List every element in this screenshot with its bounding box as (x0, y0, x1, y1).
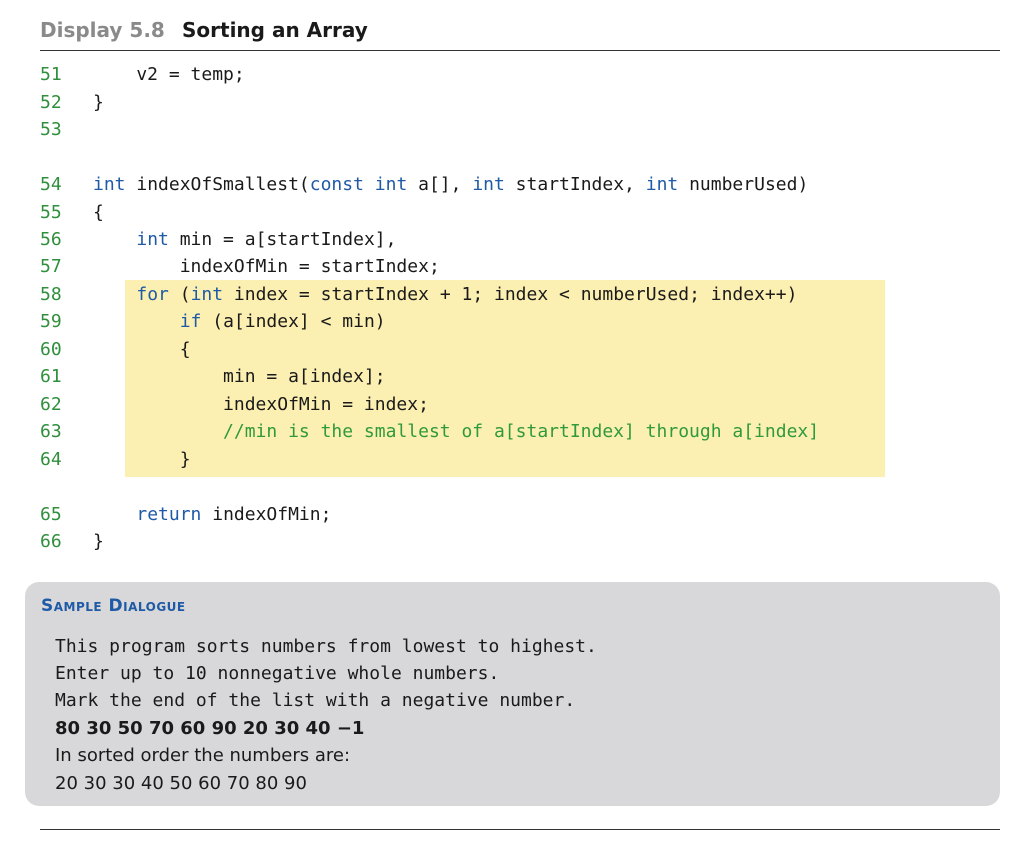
code-text: indexOfMin = index; (93, 394, 429, 415)
line-number: 63 (40, 421, 62, 442)
code-line: 62 indexOfMin = index; (40, 391, 429, 418)
code-keyword: for (136, 284, 169, 305)
line-number: 54 (40, 174, 62, 195)
code-text: ( (168, 284, 191, 305)
dialogue-line: In sorted order the numbers are: (55, 745, 351, 766)
dialogue-line: This program sorts numbers from lowest t… (55, 636, 597, 657)
code-keyword: int (472, 174, 505, 195)
line-number: 51 (40, 64, 62, 85)
code-line: 54 int indexOfSmallest(const int a[], int… (40, 171, 808, 198)
sample-dialogue-box: Sample Dialogue This program sorts numbe… (25, 582, 1000, 806)
code-line: 65 return indexOfMin; (40, 501, 331, 528)
code-text: } (93, 92, 104, 113)
line-number: 53 (40, 119, 62, 140)
line-number: 59 (40, 311, 62, 332)
code-text: startIndex, (504, 174, 646, 195)
dialogue-user-input: 80 30 50 70 60 90 20 30 40 −1 (55, 718, 365, 739)
dialogue-line: Mark the end of the list with a negative… (55, 690, 576, 711)
code-text: numberUsed) (678, 174, 809, 195)
line-number: 56 (40, 229, 62, 250)
dialogue-line: Enter up to 10 nonnegative whole numbers… (55, 663, 500, 684)
code-text: indexOfMin = startIndex; (93, 256, 440, 277)
code-keyword: int (645, 174, 679, 195)
code-line: 64 } (40, 446, 191, 473)
code-line: 61 min = a[index]; (40, 363, 386, 390)
code-text: indexOfMin; (201, 504, 332, 525)
code-text: a[], (407, 174, 473, 195)
code-line: 55 { (40, 199, 104, 226)
code-line: 63 //min is the smallest of a[startIndex… (40, 418, 819, 445)
code-keyword: int (374, 174, 408, 195)
line-number: 60 (40, 339, 62, 360)
sample-dialogue-title: Sample Dialogue (41, 596, 186, 616)
code-line: 56 int min = a[startIndex], (40, 226, 396, 253)
code-text: indexOfSmallest( (125, 174, 310, 195)
code-text: { (93, 202, 104, 223)
code-keyword: int (136, 229, 169, 250)
bottom-rule (40, 829, 1000, 830)
line-number: 66 (40, 531, 62, 552)
line-number: 57 (40, 256, 62, 277)
code-text: min = a[index]; (93, 366, 386, 387)
code-line: 51 v2 = temp; (40, 61, 245, 88)
code-line: 66} (40, 528, 104, 555)
code-text: index = startIndex + 1; index < numberUs… (223, 284, 798, 305)
display-title: Sorting an Array (182, 18, 368, 42)
code-line: 57 indexOfMin = startIndex; (40, 253, 440, 280)
code-text: } (93, 531, 104, 552)
code-line: 52} (40, 89, 104, 116)
code-text: min = a[startIndex], (168, 229, 397, 250)
code-keyword: int (190, 284, 224, 305)
line-number: 55 (40, 202, 62, 223)
line-number: 58 (40, 284, 62, 305)
code-keyword: int (93, 174, 126, 195)
code-line: 53 (40, 116, 93, 143)
dialogue-line: 20 30 30 40 50 60 70 80 90 (55, 773, 307, 794)
code-text: } (93, 449, 191, 470)
code-text: { (93, 339, 191, 360)
display-header: Display 5.8 Sorting an Array (40, 16, 1000, 51)
line-number: 64 (40, 449, 62, 470)
code-line: 58 for (int index = startIndex + 1; inde… (40, 281, 797, 308)
code-comment: //min is the smallest of a[startIndex] t… (223, 421, 820, 442)
line-number: 52 (40, 92, 62, 113)
code-text: (a[index] < min) (201, 311, 386, 332)
line-number: 61 (40, 366, 62, 387)
code-text: v2 = temp; (93, 64, 245, 85)
code-line: 60 { (40, 336, 191, 363)
line-number: 65 (40, 504, 62, 525)
code-line: 59 if (a[index] < min) (40, 308, 386, 335)
display-label: Display 5.8 (40, 18, 165, 42)
code-keyword: if (179, 311, 202, 332)
code-keyword: const (309, 174, 364, 195)
code-keyword: return (136, 504, 202, 525)
line-number: 62 (40, 394, 62, 415)
